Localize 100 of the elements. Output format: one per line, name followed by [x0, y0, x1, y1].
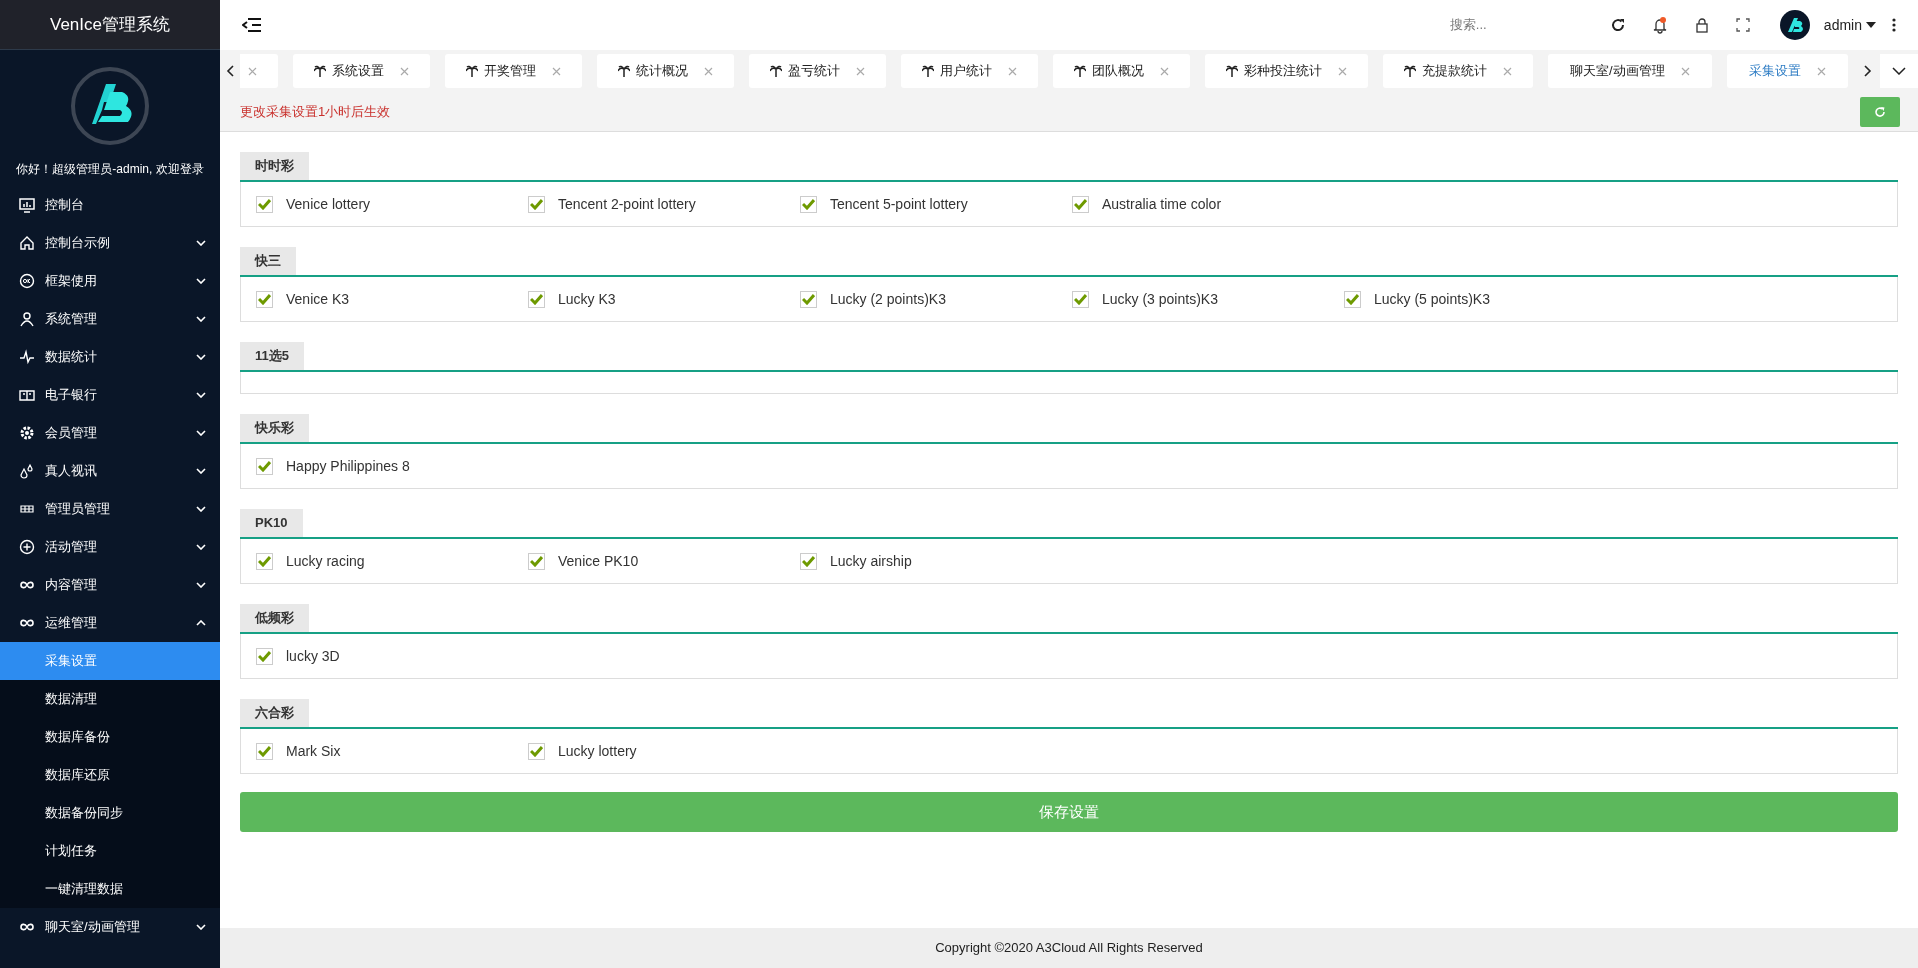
ok-badge-icon — [19, 273, 35, 289]
chevron-left-icon[interactable] — [226, 65, 234, 77]
checkmark-icon — [258, 198, 271, 210]
close-icon[interactable] — [1680, 66, 1690, 76]
checkbox[interactable] — [256, 290, 273, 308]
checkbox[interactable] — [528, 742, 545, 760]
bell-icon[interactable] — [1651, 16, 1668, 34]
palm-tree-icon — [314, 65, 326, 77]
chevron-down-icon — [1892, 67, 1906, 75]
tab[interactable]: 系统设置 — [293, 54, 430, 88]
sidebar-subitem[interactable]: 数据备份同步 — [0, 794, 220, 832]
sidebar-item[interactable]: 控制台示例 — [0, 224, 220, 262]
close-icon[interactable] — [1816, 66, 1826, 76]
checkbox[interactable] — [256, 195, 273, 213]
notice-text: 更改采集设置1小时后生效 — [240, 102, 391, 121]
sidebar-subitem[interactable]: 数据清理 — [0, 680, 220, 718]
tab[interactable]: 聊天室/动画管理 — [1548, 54, 1712, 88]
menu-fold-icon[interactable] — [242, 17, 262, 33]
close-icon[interactable] — [552, 66, 561, 76]
refresh-icon — [1874, 105, 1886, 118]
section-title: 快三 — [240, 247, 296, 275]
refresh-button[interactable] — [1860, 96, 1900, 127]
close-icon[interactable] — [1503, 66, 1512, 76]
tab[interactable]: 盈亏统计 — [749, 54, 886, 88]
section-title: PK10 — [240, 509, 303, 537]
close-icon[interactable] — [1338, 66, 1347, 76]
checkbox[interactable] — [256, 552, 273, 570]
caret-down-icon[interactable] — [1866, 22, 1876, 28]
tab[interactable]: 统计概况 — [597, 54, 734, 88]
checkbox[interactable] — [256, 457, 273, 475]
sidebar-item[interactable]: 聊天室/动画管理 — [0, 908, 220, 946]
book-icon — [19, 387, 35, 403]
close-icon[interactable] — [1008, 66, 1017, 76]
drops-icon — [19, 463, 35, 479]
monitor-icon — [19, 197, 35, 213]
palm-tree-icon — [1226, 65, 1238, 77]
close-icon[interactable] — [1160, 66, 1169, 76]
sidebar-item[interactable]: 真人视讯 — [0, 452, 220, 490]
option-label: Venice PK10 — [558, 551, 639, 571]
tab[interactable]: 团队概况 — [1053, 54, 1190, 88]
section-title: 低频彩 — [240, 604, 309, 632]
checkbox[interactable] — [528, 290, 545, 308]
sidebar-subitem[interactable]: 数据库备份 — [0, 718, 220, 756]
tab[interactable]: 采集设置 — [1726, 54, 1848, 88]
sidebar-item[interactable]: 框架使用 — [0, 262, 220, 300]
sidebar-item[interactable]: 会员管理 — [0, 414, 220, 452]
search-field[interactable]: 搜索... — [1449, 15, 1570, 35]
tab[interactable]: 彩种投注统计 — [1205, 54, 1368, 88]
sidebar-subitem[interactable]: 数据库还原 — [0, 756, 220, 794]
checkbox[interactable] — [800, 290, 817, 308]
checkbox[interactable] — [1072, 195, 1089, 213]
palm-tree-icon — [466, 65, 478, 77]
avatar-icon — [1779, 10, 1810, 40]
tab[interactable]: 开奖管理 — [445, 54, 582, 88]
checkmark-icon — [1346, 293, 1359, 305]
checkbox[interactable] — [800, 552, 817, 570]
sidebar-item[interactable]: 内容管理 — [0, 566, 220, 604]
sidebar-item[interactable]: 控制台 — [0, 186, 220, 224]
option-label: Tencent 5-point lottery — [830, 194, 968, 214]
option-label: Lucky racing — [286, 551, 365, 571]
tab-dropdown-button[interactable] — [1880, 54, 1918, 88]
checkmark-icon — [258, 555, 271, 567]
sidebar-item[interactable]: 活动管理 — [0, 528, 220, 566]
checkbox[interactable] — [256, 647, 273, 665]
sidebar-item[interactable]: 数据统计 — [0, 338, 220, 376]
option-label: lucky 3D — [286, 646, 340, 666]
option-label: Happy Philippines 8 — [286, 456, 410, 476]
checkbox[interactable] — [528, 195, 545, 213]
sidebar-subitem[interactable]: 计划任务 — [0, 832, 220, 870]
checkbox[interactable] — [256, 742, 273, 760]
close-icon[interactable] — [704, 66, 713, 76]
checkbox[interactable] — [800, 195, 817, 213]
username[interactable]: admin — [1823, 14, 1862, 36]
tab[interactable]: 充提款统计 — [1383, 54, 1533, 88]
section-title: 时时彩 — [240, 152, 309, 180]
sidebar-item[interactable]: 系统管理 — [0, 300, 220, 338]
close-icon[interactable] — [856, 66, 865, 76]
close-icon[interactable] — [400, 66, 409, 76]
option-label: Lucky K3 — [558, 289, 616, 309]
refresh-icon[interactable] — [1609, 17, 1626, 33]
checkbox[interactable] — [528, 552, 545, 570]
lock-icon[interactable] — [1693, 17, 1710, 33]
chevron-right-icon[interactable] — [1864, 65, 1872, 77]
fullscreen-icon[interactable] — [1735, 18, 1750, 32]
option-label: Lucky (2 points)K3 — [830, 289, 946, 309]
option-label: Tencent 2-point lottery — [558, 194, 696, 214]
home-icon — [19, 235, 35, 251]
close-icon[interactable] — [248, 66, 257, 76]
sidebar-subitem[interactable]: 一键清理数据 — [0, 870, 220, 908]
option-label: Venice lottery — [286, 194, 371, 214]
tab[interactable]: 用户统计 — [901, 54, 1038, 88]
sidebar-item[interactable]: 电子银行 — [0, 376, 220, 414]
checkbox[interactable] — [1072, 290, 1089, 308]
sidebar-item[interactable]: 管理员管理 — [0, 490, 220, 528]
palm-tree-icon — [1074, 65, 1086, 77]
option-label: Venice K3 — [286, 289, 350, 309]
more-icon[interactable] — [1892, 18, 1896, 32]
checkbox[interactable] — [1344, 290, 1361, 308]
sidebar-item[interactable]: 运维管理 — [0, 604, 220, 642]
option-label: Australia time color — [1102, 194, 1222, 214]
